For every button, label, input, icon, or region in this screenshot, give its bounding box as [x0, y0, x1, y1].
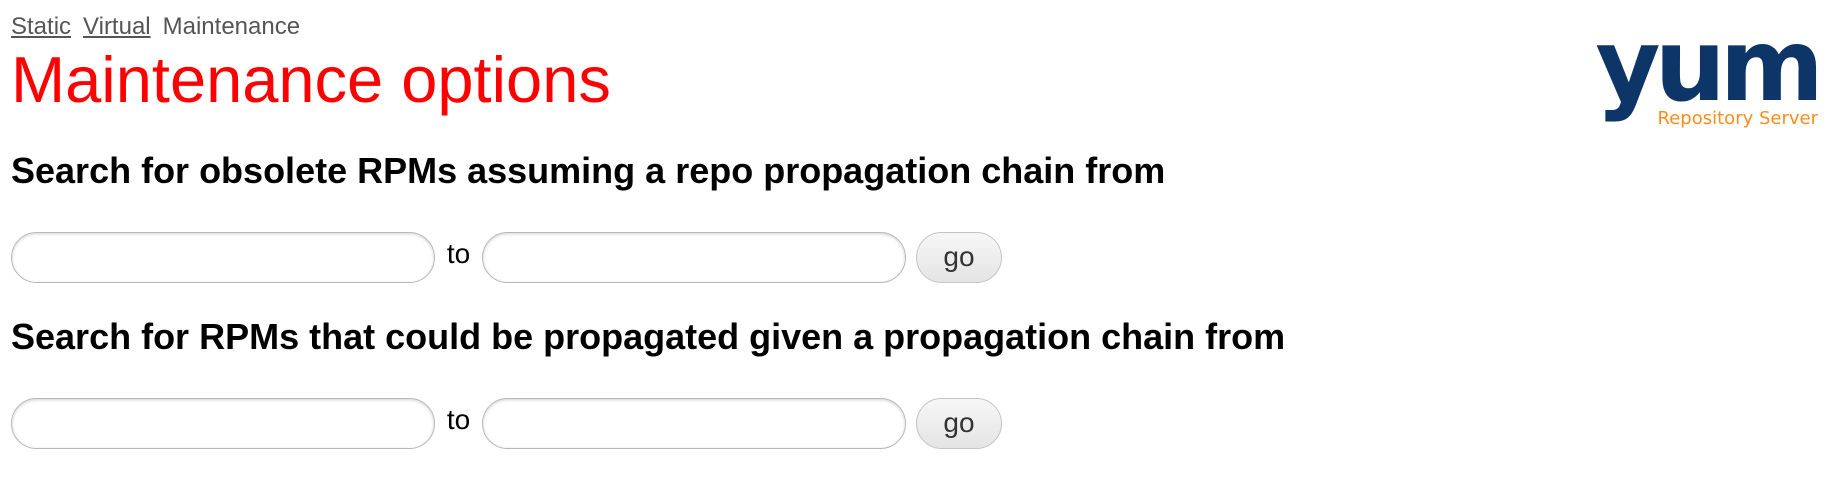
nav-current-maintenance: Maintenance: [162, 13, 301, 40]
obsolete-go-button[interactable]: go: [916, 231, 1002, 283]
propagation-search-form: to go: [11, 396, 1002, 450]
yum-logo-image: yum Repository Server: [1595, 30, 1818, 129]
breadcrumb-nav: Static Virtual Maintenance: [11, 12, 300, 42]
page: Static Virtual Maintenance Maintenance opt…: [11, 0, 1831, 504]
page-title: Maintenance options: [11, 43, 611, 116]
nav-link-static[interactable]: Static: [11, 13, 71, 40]
propagation-go-button[interactable]: go: [916, 397, 1002, 449]
nav-link-virtual[interactable]: Virtual: [83, 13, 151, 40]
logo-tagline: Repository Server: [1658, 108, 1818, 129]
obsolete-search-form: to go: [11, 230, 1002, 284]
yum-logo: yum Repository Server: [1573, 30, 1818, 130]
obsolete-search-heading: Search for obsolete RPMs assuming a repo…: [11, 150, 1166, 191]
propagation-to-label: to: [446, 404, 471, 435]
propagation-to-repo-input[interactable]: [482, 397, 906, 449]
obsolete-from-repo-input[interactable]: [11, 231, 435, 283]
obsolete-to-label: to: [446, 238, 471, 269]
propagation-from-repo-input[interactable]: [11, 397, 435, 449]
obsolete-to-repo-input[interactable]: [482, 231, 906, 283]
propagation-search-heading: Search for RPMs that could be propagated…: [11, 316, 1286, 357]
